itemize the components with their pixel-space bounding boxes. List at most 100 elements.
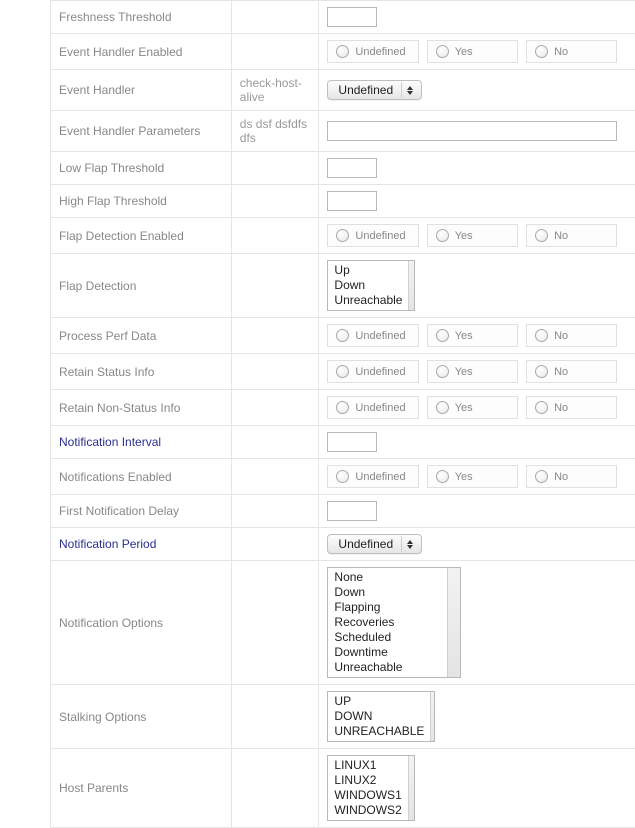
radio-icon bbox=[336, 470, 349, 483]
radio-no[interactable]: No bbox=[526, 465, 617, 488]
radio-undefined[interactable]: Undefined bbox=[327, 40, 418, 63]
radio-icon bbox=[436, 470, 449, 483]
list-item[interactable]: WINDOWS1 bbox=[334, 788, 401, 803]
row-notification-interval: Notification Interval bbox=[51, 426, 635, 459]
flap-detection-list[interactable]: UpDownUnreachable bbox=[327, 260, 415, 311]
radio-icon bbox=[436, 401, 449, 414]
radio-icon bbox=[336, 329, 349, 342]
list-item[interactable]: Down bbox=[334, 278, 402, 293]
row-stalking-options: Stalking Options UPDOWNUNREACHABLE bbox=[51, 685, 635, 749]
list-item[interactable]: Down bbox=[334, 585, 441, 600]
list-item[interactable]: LINUX1 bbox=[334, 758, 401, 773]
label-host-parents: Host Parents bbox=[51, 749, 232, 828]
radio-undefined[interactable]: Undefined bbox=[327, 324, 418, 347]
list-item[interactable]: Up bbox=[334, 263, 402, 278]
row-low-flap-threshold: Low Flap Threshold bbox=[51, 152, 635, 185]
label-notification-options: Notification Options bbox=[51, 561, 232, 685]
row-retain-status-info: Retain Status Info Undefined Yes No bbox=[51, 354, 635, 390]
radio-icon bbox=[535, 45, 548, 58]
row-notification-period: Notification Period Undefined bbox=[51, 528, 635, 561]
label-flap-detection: Flap Detection bbox=[51, 254, 232, 318]
label-retain-status-info: Retain Status Info bbox=[51, 354, 232, 390]
radio-icon bbox=[436, 365, 449, 378]
list-item[interactable]: Unreachable bbox=[334, 293, 402, 308]
radio-yes[interactable]: Yes bbox=[427, 224, 518, 247]
radio-icon bbox=[336, 45, 349, 58]
list-item[interactable]: None bbox=[334, 570, 441, 585]
radio-yes[interactable]: Yes bbox=[427, 465, 518, 488]
radio-no[interactable]: No bbox=[526, 396, 617, 419]
notification-interval-input[interactable] bbox=[327, 432, 377, 452]
scrollbar[interactable] bbox=[408, 261, 414, 310]
radio-no[interactable]: No bbox=[526, 224, 617, 247]
label-stalking-options: Stalking Options bbox=[51, 685, 232, 749]
radio-icon bbox=[336, 401, 349, 414]
stalking-options-list[interactable]: UPDOWNUNREACHABLE bbox=[327, 691, 435, 742]
label-notifications-enabled: Notifications Enabled bbox=[51, 459, 232, 495]
high-flap-threshold-input[interactable] bbox=[327, 191, 377, 211]
radio-icon bbox=[336, 229, 349, 242]
list-items: NoneDownFlappingRecoveriesScheduled Down… bbox=[328, 568, 447, 677]
scrollbar[interactable] bbox=[447, 568, 460, 677]
radio-undefined[interactable]: Undefined bbox=[327, 360, 418, 383]
radio-no[interactable]: No bbox=[526, 360, 617, 383]
radio-icon bbox=[535, 329, 548, 342]
event-handler-select[interactable]: Undefined bbox=[327, 80, 422, 100]
list-item[interactable]: LINUX2 bbox=[334, 773, 401, 788]
hint-event-handler: check-host-alive bbox=[231, 70, 319, 111]
label-flap-detection-enabled: Flap Detection Enabled bbox=[51, 218, 232, 254]
scrollbar[interactable] bbox=[430, 692, 434, 741]
row-notification-options: Notification Options NoneDownFlappingRec… bbox=[51, 561, 635, 685]
radio-yes[interactable]: Yes bbox=[427, 40, 518, 63]
radio-undefined[interactable]: Undefined bbox=[327, 224, 418, 247]
list-item[interactable]: Unreachable bbox=[334, 660, 441, 675]
label-notification-interval[interactable]: Notification Interval bbox=[51, 426, 232, 459]
radio-icon bbox=[535, 470, 548, 483]
event-handler-params-input[interactable] bbox=[327, 121, 617, 141]
list-item[interactable]: UNREACHABLE bbox=[334, 724, 424, 739]
retain-status-info-radios: Undefined Yes No bbox=[327, 360, 617, 383]
notifications-enabled-radios: Undefined Yes No bbox=[327, 465, 617, 488]
list-item[interactable]: Recoveries bbox=[334, 615, 441, 630]
row-freshness-threshold: Freshness Threshold bbox=[51, 1, 635, 34]
notification-options-list[interactable]: NoneDownFlappingRecoveriesScheduled Down… bbox=[327, 567, 461, 678]
radio-no[interactable]: No bbox=[526, 324, 617, 347]
row-flap-detection: Flap Detection UpDownUnreachable bbox=[51, 254, 635, 318]
freshness-threshold-input[interactable] bbox=[327, 7, 377, 27]
label-notification-period[interactable]: Notification Period bbox=[51, 528, 232, 561]
radio-yes[interactable]: Yes bbox=[427, 396, 518, 419]
chevron-updown-icon bbox=[401, 82, 417, 98]
radio-no[interactable]: No bbox=[526, 40, 617, 63]
flap-detection-enabled-radios: Undefined Yes No bbox=[327, 224, 617, 247]
radio-undefined[interactable]: Undefined bbox=[327, 396, 418, 419]
radio-icon bbox=[436, 229, 449, 242]
first-notification-delay-input[interactable] bbox=[327, 501, 377, 521]
radio-undefined[interactable]: Undefined bbox=[327, 465, 418, 488]
label-freshness-threshold: Freshness Threshold bbox=[51, 1, 232, 34]
label-high-flap-threshold: High Flap Threshold bbox=[51, 185, 232, 218]
list-item[interactable]: DOWN bbox=[334, 709, 424, 724]
row-flap-detection-enabled: Flap Detection Enabled Undefined Yes No bbox=[51, 218, 635, 254]
row-host-parents: Host Parents LINUX1LINUX2WINDOWS1WINDOWS… bbox=[51, 749, 635, 828]
list-item[interactable]: WINDOWS2 bbox=[334, 803, 401, 818]
row-process-perf-data: Process Perf Data Undefined Yes No bbox=[51, 318, 635, 354]
label-low-flap-threshold: Low Flap Threshold bbox=[51, 152, 232, 185]
scrollbar[interactable] bbox=[408, 756, 415, 820]
notification-period-select[interactable]: Undefined bbox=[327, 534, 422, 554]
host-parents-list[interactable]: LINUX1LINUX2WINDOWS1WINDOWS2 bbox=[327, 755, 415, 821]
row-notifications-enabled: Notifications Enabled Undefined Yes No bbox=[51, 459, 635, 495]
select-value: Undefined bbox=[338, 537, 393, 551]
low-flap-threshold-input[interactable] bbox=[327, 158, 377, 178]
radio-yes[interactable]: Yes bbox=[427, 360, 518, 383]
chevron-updown-icon bbox=[401, 536, 417, 552]
list-item[interactable]: Flapping bbox=[334, 600, 441, 615]
row-event-handler-enabled: Event Handler Enabled Undefined Yes No bbox=[51, 34, 635, 70]
list-items: UpDownUnreachable bbox=[328, 261, 408, 310]
row-retain-non-status-info: Retain Non-Status Info Undefined Yes No bbox=[51, 390, 635, 426]
label-first-notification-delay: First Notification Delay bbox=[51, 495, 232, 528]
list-item[interactable]: Scheduled Downtime bbox=[334, 630, 441, 660]
row-event-handler: Event Handler check-host-alive Undefined bbox=[51, 70, 635, 111]
radio-icon bbox=[535, 401, 548, 414]
radio-yes[interactable]: Yes bbox=[427, 324, 518, 347]
list-item[interactable]: UP bbox=[334, 694, 424, 709]
